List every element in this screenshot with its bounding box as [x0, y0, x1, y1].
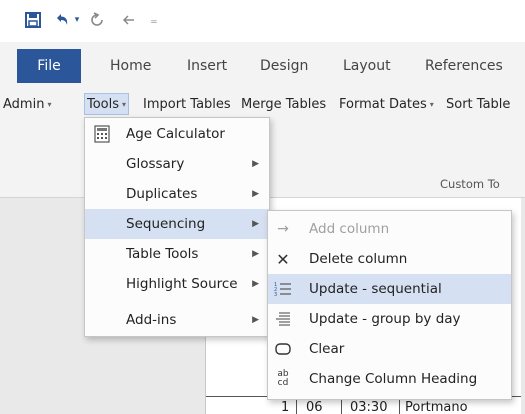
undo-dropdown-icon[interactable]: ▾ [72, 6, 82, 34]
sort-table-button[interactable]: Sort Table [446, 93, 510, 115]
menu-item-clear[interactable]: Clear [268, 334, 511, 364]
customize-qat-icon[interactable]: ₌ [146, 6, 162, 34]
tools-menu-button[interactable]: Tools ▾ [84, 93, 130, 115]
submenu-arrow-icon: ▶ [252, 189, 259, 199]
menu-item-change-column-heading[interactable]: ab cd Change Column Heading [268, 364, 511, 394]
table-cell: Portmano [405, 399, 468, 414]
menu-item-label: Update - sequential [309, 281, 442, 297]
table-cell: 03:30 [350, 399, 388, 414]
tab-file[interactable]: File [17, 49, 81, 83]
menu-item-label: Delete column [309, 251, 408, 267]
menu-item-update-sequential[interactable]: 1 2 3 Update - sequential [268, 274, 511, 304]
submenu-arrow-icon: ▶ [252, 279, 259, 289]
word-window: ▾ ₌ File Home Insert Design Layout Refer… [0, 0, 525, 414]
admin-menu-button[interactable]: Admin ▾ [3, 93, 51, 115]
menu-item-label: Duplicates [126, 186, 198, 202]
tab-home[interactable]: Home [110, 49, 151, 83]
cd-glyph: cd [277, 378, 289, 388]
menu-item-update-group-by-day[interactable]: Update - group by day [268, 304, 511, 334]
menu-item-add-ins[interactable]: Add-ins ▶ [85, 305, 269, 335]
sort-table-label: Sort Table [446, 96, 511, 112]
admin-label: Admin [3, 96, 45, 112]
menu-item-label: Glossary [126, 156, 185, 172]
custom-toolbar-group-label: Custom To [440, 177, 500, 191]
tab-insert[interactable]: Insert [187, 49, 227, 83]
right-arrow-icon: → [277, 221, 289, 237]
save-icon[interactable] [20, 6, 46, 34]
sequencing-submenu: → Add column ✕ Delete column 1 2 3 Updat… [267, 210, 512, 400]
rounded-rect-icon [274, 340, 292, 358]
import-tables-label: Import Tables [143, 96, 231, 112]
ribbon-tab-bar: File Home Insert Design Layout Reference… [0, 42, 525, 86]
menu-item-table-tools[interactable]: Table Tools ▶ [85, 239, 269, 269]
menu-item-highlight-source[interactable]: Highlight Source ▶ [85, 269, 269, 299]
format-dates-button[interactable]: Format Dates ▾ [339, 93, 434, 115]
back-arrow-icon[interactable] [118, 6, 140, 34]
quick-access-toolbar: ▾ ₌ [0, 0, 525, 42]
tab-design[interactable]: Design [260, 49, 308, 83]
submenu-arrow-icon: ▶ [252, 219, 259, 229]
lines-icon [274, 310, 292, 328]
undo-icon[interactable] [52, 6, 72, 34]
submenu-arrow-icon: ▶ [252, 159, 259, 169]
menu-item-label: Highlight Source [126, 276, 238, 292]
table-cell: 06 [306, 399, 323, 414]
submenu-arrow-icon: ▶ [252, 249, 259, 259]
calculator-icon [93, 125, 111, 143]
redo-icon[interactable] [86, 6, 108, 34]
menu-item-label: Add column [309, 221, 390, 237]
table-cell: 1 [281, 399, 290, 414]
menu-item-label: Clear [309, 341, 345, 357]
tools-caret-icon: ▾ [122, 99, 127, 109]
menu-item-delete-column[interactable]: ✕ Delete column [268, 244, 511, 274]
svg-text:3: 3 [274, 292, 277, 297]
menu-item-label: Age Calculator [126, 126, 225, 142]
import-tables-button[interactable]: Import Tables [143, 93, 231, 115]
menu-item-label: Table Tools [126, 246, 199, 262]
admin-caret-icon: ▾ [47, 99, 52, 109]
menu-item-label: Change Column Heading [309, 371, 478, 387]
format-dates-label: Format Dates [339, 96, 427, 112]
menu-item-sequencing[interactable]: Sequencing ▶ [85, 209, 269, 239]
menu-item-add-column[interactable]: → Add column [268, 214, 511, 244]
ab-cd-icon: ab cd [274, 370, 292, 388]
menu-item-glossary[interactable]: Glossary ▶ [85, 149, 269, 179]
tools-label: Tools [87, 96, 120, 112]
menu-item-label: Sequencing [126, 216, 206, 232]
merge-tables-button[interactable]: Merge Tables [241, 93, 326, 115]
menu-item-age-calculator[interactable]: Age Calculator [85, 119, 269, 149]
tools-menu: Age Calculator Glossary ▶ Duplicates ▶ S… [84, 117, 270, 337]
tab-references[interactable]: References [425, 49, 503, 83]
numbered-list-icon: 1 2 3 [274, 280, 292, 298]
format-dates-caret-icon: ▾ [429, 99, 434, 109]
tab-layout[interactable]: Layout [343, 49, 391, 83]
menu-item-label: Add-ins [126, 312, 177, 328]
merge-tables-label: Merge Tables [241, 96, 327, 112]
delete-x-icon: ✕ [276, 249, 290, 269]
submenu-arrow-icon: ▶ [252, 315, 259, 325]
menu-item-duplicates[interactable]: Duplicates ▶ [85, 179, 269, 209]
menu-item-label: Update - group by day [309, 311, 461, 327]
